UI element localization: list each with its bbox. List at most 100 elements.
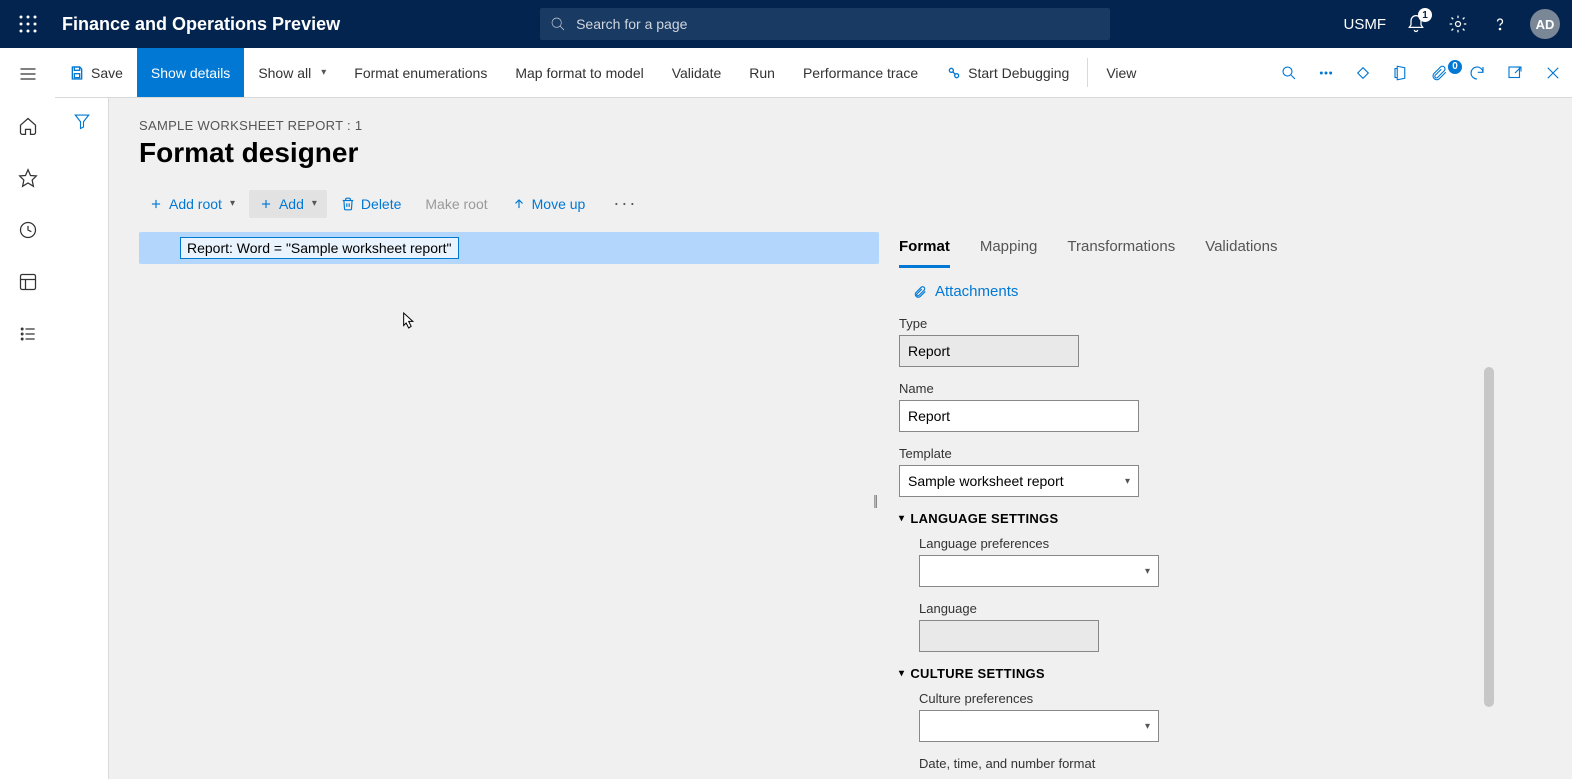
map-format-to-model-button[interactable]: Map format to model — [501, 48, 657, 97]
search-placeholder: Search for a page — [576, 16, 687, 32]
template-select[interactable]: Sample worksheet report ▾ — [899, 465, 1139, 497]
show-details-button[interactable]: Show details — [137, 48, 244, 97]
search-icon — [550, 16, 566, 32]
field-type: Type Report — [899, 316, 1491, 367]
validate-button[interactable]: Validate — [658, 48, 736, 97]
lang-label: Language — [919, 601, 1491, 616]
chevron-down-icon: ▾ — [312, 198, 317, 209]
dtf-label: Date, time, and number format — [919, 756, 1491, 771]
move-up-button[interactable]: Move up — [502, 190, 596, 218]
user-avatar[interactable]: AD — [1530, 9, 1560, 39]
tab-mapping[interactable]: Mapping — [980, 232, 1038, 268]
splitter-grip-icon[interactable]: || — [873, 492, 876, 508]
chevron-down-icon: ▾ — [1125, 476, 1130, 487]
format-enum-label: Format enumerations — [354, 65, 487, 81]
filter-column — [55, 98, 109, 779]
app-title: Finance and Operations Preview — [62, 14, 340, 35]
view-button[interactable]: View — [1092, 48, 1150, 97]
help-icon[interactable] — [1488, 12, 1512, 36]
company-code[interactable]: USMF — [1344, 16, 1387, 33]
run-button[interactable]: Run — [735, 48, 789, 97]
notification-bell-icon[interactable]: 1 — [1404, 12, 1428, 36]
properties-panel: || Format Mapping Transformations Valida… — [879, 232, 1499, 773]
validate-label: Validate — [672, 65, 722, 81]
recent-clock-icon[interactable] — [16, 218, 40, 242]
add-root-label: Add root — [169, 196, 222, 212]
find-button[interactable] — [1270, 64, 1308, 82]
tree-node-report[interactable]: Report: Word = "Sample worksheet report" — [139, 232, 879, 264]
performance-trace-button[interactable]: Performance trace — [789, 48, 932, 97]
move-up-label: Move up — [532, 196, 586, 212]
attachments-label: Attachments — [935, 283, 1018, 300]
chevron-down-icon: ▾ — [1145, 721, 1150, 732]
close-icon[interactable] — [1534, 64, 1572, 82]
start-debug-label: Start Debugging — [968, 65, 1069, 81]
save-button[interactable]: Save — [55, 48, 137, 97]
template-value: Sample worksheet report — [908, 473, 1064, 489]
property-tabs: Format Mapping Transformations Validatio… — [899, 232, 1491, 269]
collapse-icon: ▾ — [899, 513, 904, 524]
field-language: Language — [919, 601, 1491, 652]
show-all-label: Show all — [258, 65, 311, 81]
office-icon[interactable] — [1382, 64, 1420, 82]
map-format-label: Map format to model — [515, 65, 643, 81]
paperclip-icon — [913, 285, 927, 299]
filter-icon[interactable] — [73, 112, 91, 779]
delete-button[interactable]: Delete — [331, 190, 411, 218]
section-language-settings[interactable]: ▾ LANGUAGE SETTINGS — [899, 511, 1491, 526]
delete-label: Delete — [361, 196, 401, 212]
culture-preferences-select[interactable]: ▾ — [919, 710, 1159, 742]
global-search[interactable]: Search for a page — [540, 8, 1110, 40]
chevron-down-icon: ▾ — [230, 198, 235, 209]
app-launcher-icon[interactable] — [12, 8, 44, 40]
notification-badge: 1 — [1418, 8, 1432, 22]
refresh-icon[interactable] — [1458, 64, 1496, 82]
show-details-label: Show details — [151, 65, 230, 81]
field-dtf: Date, time, and number format — [919, 756, 1491, 771]
hamburger-icon[interactable] — [16, 62, 40, 86]
scrollbar[interactable] — [1484, 367, 1494, 707]
popout-icon[interactable] — [1496, 64, 1534, 82]
start-debugging-button[interactable]: Start Debugging — [932, 48, 1083, 97]
make-root-label: Make root — [425, 196, 487, 212]
field-template: Template Sample worksheet report ▾ — [899, 446, 1491, 497]
field-culture-preferences: Culture preferences ▾ — [919, 691, 1491, 742]
culture-section-label: CULTURE SETTINGS — [910, 666, 1045, 681]
culture-pref-label: Culture preferences — [919, 691, 1491, 706]
tree-node-label: Report: Word = "Sample worksheet report" — [180, 237, 459, 259]
chevron-down-icon: ▾ — [321, 67, 326, 78]
add-root-button[interactable]: Add root ▾ — [139, 190, 245, 218]
home-icon[interactable] — [16, 114, 40, 138]
tree-toolbar: Add root▾ Add▾ Delete Make root Move up … — [139, 187, 1542, 220]
chevron-down-icon: ▾ — [1145, 566, 1150, 577]
show-all-button[interactable]: Show all ▾ — [244, 48, 340, 97]
page-title: Format designer — [139, 137, 1542, 169]
tab-transformations[interactable]: Transformations — [1067, 232, 1175, 268]
language-preferences-select[interactable]: ▾ — [919, 555, 1159, 587]
favorites-star-icon[interactable] — [16, 166, 40, 190]
format-tree: Report: Word = "Sample worksheet report" — [139, 232, 879, 773]
type-label: Type — [899, 316, 1491, 331]
workspaces-icon[interactable] — [16, 270, 40, 294]
tab-validations[interactable]: Validations — [1205, 232, 1277, 268]
view-label: View — [1106, 65, 1136, 81]
command-bar: Save Show details Show all ▾ Format enume… — [55, 48, 1572, 98]
modules-icon[interactable] — [16, 322, 40, 346]
settings-gear-icon[interactable] — [1446, 12, 1470, 36]
attachments-icon[interactable]: 0 — [1420, 64, 1458, 82]
format-enumerations-button[interactable]: Format enumerations — [340, 48, 501, 97]
attachments-badge: 0 — [1448, 60, 1462, 74]
more-button[interactable] — [1308, 64, 1344, 82]
diamond-icon[interactable] — [1344, 64, 1382, 82]
language-section-label: LANGUAGE SETTINGS — [910, 511, 1058, 526]
section-culture-settings[interactable]: ▾ CULTURE SETTINGS — [899, 666, 1491, 681]
more-tree-button[interactable]: ··· — [599, 187, 651, 220]
collapse-icon: ▾ — [899, 668, 904, 679]
tab-format[interactable]: Format — [899, 232, 950, 268]
template-label: Template — [899, 446, 1491, 461]
attachments-link[interactable]: Attachments — [913, 283, 1491, 300]
field-name: Name — [899, 381, 1491, 432]
lang-pref-label: Language preferences — [919, 536, 1491, 551]
add-button[interactable]: Add▾ — [249, 190, 327, 218]
name-input[interactable] — [899, 400, 1139, 432]
